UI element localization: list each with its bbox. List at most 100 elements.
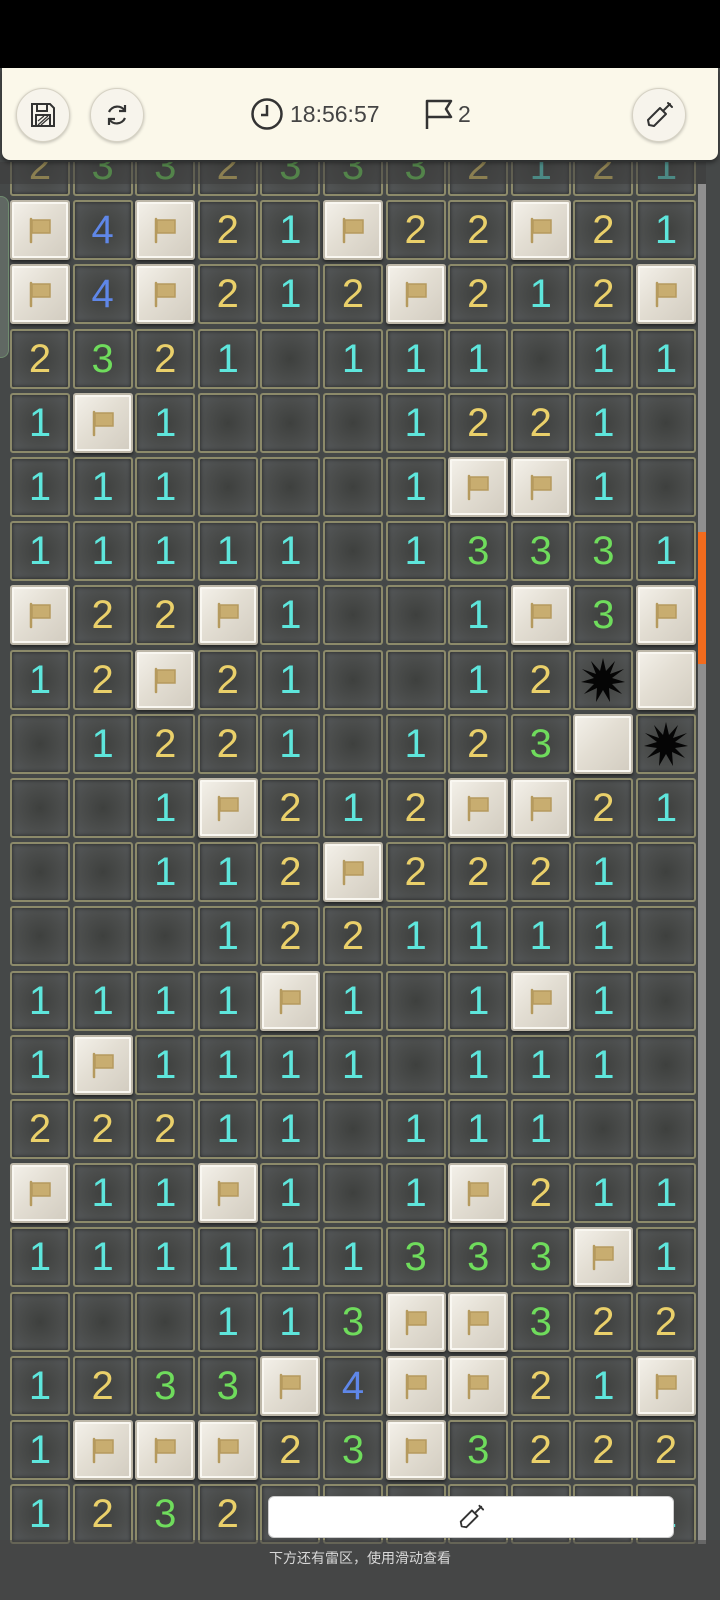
cell-number[interactable]: 1 — [385, 328, 446, 389]
cell-number[interactable]: 1 — [197, 1099, 258, 1159]
cell-empty[interactable] — [323, 585, 383, 646]
cell-number[interactable]: 2 — [510, 392, 571, 453]
cell-number[interactable]: 2 — [135, 328, 196, 389]
cell-number[interactable]: 1 — [72, 521, 133, 582]
board-scrollbar[interactable] — [698, 184, 706, 1544]
cell-number[interactable]: 1 — [197, 328, 258, 389]
restart-button[interactable] — [90, 88, 144, 142]
cell-number[interactable]: 3 — [448, 521, 509, 582]
cell-number[interactable]: 1 — [197, 906, 258, 967]
cell-empty[interactable] — [323, 1163, 383, 1224]
cell-number[interactable]: 3 — [197, 1355, 258, 1416]
cell-number[interactable]: 1 — [10, 457, 70, 517]
cell-empty[interactable] — [260, 457, 321, 517]
cell-number[interactable]: 2 — [385, 778, 446, 838]
cell-number[interactable]: 2 — [135, 713, 196, 774]
cell-number[interactable]: 1 — [573, 1355, 634, 1416]
cell-number[interactable]: 1 — [197, 1227, 258, 1288]
cell-number[interactable]: 2 — [72, 649, 133, 710]
cell-number[interactable]: 1 — [323, 778, 383, 838]
cell-flagged[interactable] — [385, 1291, 446, 1352]
cell-flagged[interactable] — [10, 264, 70, 325]
cell-empty[interactable] — [636, 392, 696, 453]
cell-empty[interactable] — [135, 906, 196, 967]
cell-empty[interactable] — [636, 457, 696, 517]
cell-number[interactable]: 1 — [385, 457, 446, 517]
cell-number[interactable]: 1 — [573, 842, 634, 903]
save-button[interactable] — [16, 88, 70, 142]
cell-number[interactable]: 1 — [260, 649, 321, 710]
cell-number[interactable]: 2 — [260, 1420, 321, 1480]
cell-empty[interactable] — [10, 1291, 70, 1352]
cell-number[interactable]: 3 — [135, 1355, 196, 1416]
cell-number[interactable]: 2 — [385, 200, 446, 261]
cell-empty[interactable] — [72, 778, 133, 838]
cell-number[interactable]: 1 — [135, 1034, 196, 1095]
cell-number[interactable]: 1 — [323, 1227, 383, 1288]
cell-number[interactable]: 3 — [72, 328, 133, 389]
cell-number[interactable]: 2 — [260, 906, 321, 967]
cell-flagged[interactable] — [636, 1355, 696, 1416]
cell-flagged[interactable] — [323, 200, 383, 261]
cell-number[interactable]: 1 — [135, 521, 196, 582]
cell-number[interactable]: 1 — [135, 970, 196, 1031]
cell-flagged[interactable] — [197, 778, 258, 838]
cell-number[interactable]: 1 — [260, 1227, 321, 1288]
cell-number[interactable]: 1 — [636, 778, 696, 838]
cell-empty[interactable] — [636, 906, 696, 967]
cell-number[interactable]: 2 — [573, 1291, 634, 1352]
cell-number[interactable]: 1 — [260, 713, 321, 774]
cell-number[interactable]: 1 — [573, 328, 634, 389]
cell-empty[interactable] — [636, 1034, 696, 1095]
cell-flagged[interactable] — [385, 1355, 446, 1416]
cell-number[interactable]: 2 — [10, 328, 70, 389]
cell-number[interactable]: 2 — [135, 585, 196, 646]
cell-number[interactable]: 4 — [323, 1355, 383, 1416]
cell-number[interactable]: 1 — [448, 1099, 509, 1159]
cell-flagged[interactable] — [197, 1163, 258, 1224]
cell-flagged[interactable] — [135, 264, 196, 325]
cell-number[interactable]: 1 — [260, 1099, 321, 1159]
cell-empty[interactable] — [323, 649, 383, 710]
cell-flagged[interactable] — [448, 457, 509, 517]
cell-number[interactable]: 2 — [448, 392, 509, 453]
cell-empty[interactable] — [323, 457, 383, 517]
cell-number[interactable]: 2 — [72, 585, 133, 646]
cell-number[interactable]: 2 — [323, 906, 383, 967]
cell-number[interactable]: 3 — [385, 1227, 446, 1288]
cell-flagged[interactable] — [385, 1420, 446, 1480]
cell-number[interactable]: 3 — [510, 521, 571, 582]
cell-number[interactable]: 2 — [72, 1355, 133, 1416]
cell-flagged[interactable] — [510, 778, 571, 838]
cell-empty[interactable] — [385, 649, 446, 710]
cell-empty[interactable] — [10, 842, 70, 903]
cell-number[interactable]: 1 — [197, 1291, 258, 1352]
cell-number[interactable]: 3 — [510, 713, 571, 774]
cell-empty[interactable] — [72, 906, 133, 967]
cell-flagged[interactable] — [636, 585, 696, 646]
cell-number[interactable]: 1 — [10, 1227, 70, 1288]
cell-number[interactable]: 1 — [385, 1163, 446, 1224]
cell-flagged[interactable] — [510, 457, 571, 517]
cell-empty[interactable] — [636, 1099, 696, 1159]
cell-number[interactable]: 1 — [510, 1099, 571, 1159]
cell-number[interactable]: 3 — [323, 1291, 383, 1352]
cell-number[interactable]: 1 — [72, 1227, 133, 1288]
cell-flagged[interactable] — [385, 264, 446, 325]
cell-number[interactable]: 1 — [448, 906, 509, 967]
cell-number[interactable]: 2 — [448, 264, 509, 325]
cell-number[interactable]: 3 — [135, 1484, 196, 1545]
cell-number[interactable]: 2 — [573, 264, 634, 325]
cell-number[interactable]: 1 — [10, 649, 70, 710]
cell-number[interactable]: 3 — [573, 585, 634, 646]
cell-empty[interactable] — [385, 585, 446, 646]
cell-number[interactable]: 3 — [448, 1227, 509, 1288]
cell-flagged[interactable] — [636, 264, 696, 325]
cell-empty[interactable] — [323, 392, 383, 453]
cell-number[interactable]: 3 — [510, 1291, 571, 1352]
cell-number[interactable]: 1 — [636, 200, 696, 261]
cell-number[interactable]: 1 — [573, 906, 634, 967]
cell-number[interactable]: 1 — [135, 392, 196, 453]
cell-number[interactable]: 2 — [260, 778, 321, 838]
cell-number[interactable]: 3 — [573, 521, 634, 582]
